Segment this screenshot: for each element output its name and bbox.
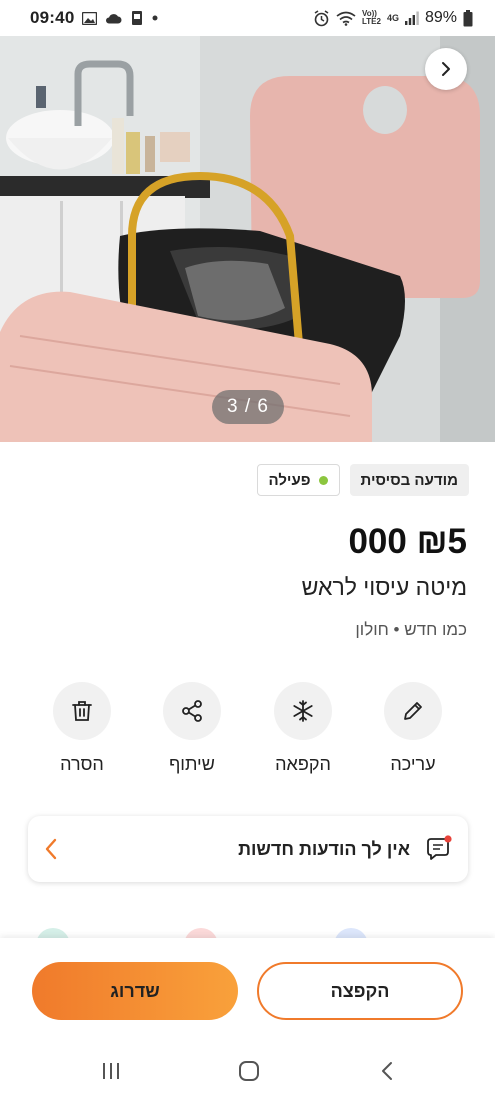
edit-action[interactable]: עריכה bbox=[363, 682, 463, 775]
image-icon bbox=[82, 11, 98, 25]
dot-icon bbox=[152, 15, 158, 21]
share-icon bbox=[182, 700, 202, 722]
trash-icon bbox=[72, 701, 92, 721]
listing-type-badge: מודעה בסיסית bbox=[349, 464, 469, 496]
listing-photo[interactable]: 3 / 6 bbox=[0, 36, 495, 442]
back-button[interactable] bbox=[374, 1058, 400, 1084]
recents-icon bbox=[103, 1063, 119, 1079]
chevron-left-icon bbox=[45, 838, 57, 860]
status-time: 09:40 bbox=[30, 8, 75, 27]
cloud-icon bbox=[105, 13, 122, 24]
share-button[interactable] bbox=[163, 682, 221, 740]
network-type: 4G bbox=[386, 13, 399, 23]
listing-actions: עריכה הקפאה שיתוף הסרה bbox=[0, 682, 495, 782]
volte-indicator: Vo)) LTE2 bbox=[362, 10, 381, 26]
photo-scene bbox=[0, 36, 495, 442]
messages-text: אין לך הודעות חדשות bbox=[238, 838, 410, 859]
delete-action[interactable]: הסרה bbox=[32, 682, 132, 775]
bump-button[interactable]: הקפצה bbox=[257, 962, 463, 1020]
recents-button[interactable] bbox=[98, 1058, 124, 1084]
sim-icon bbox=[130, 10, 144, 26]
status-badge-label: פעילה bbox=[268, 471, 311, 489]
chevron-right-icon bbox=[442, 62, 450, 76]
chat-icon bbox=[427, 835, 452, 860]
status-badge: פעילה bbox=[256, 464, 340, 496]
listing-subtitle: כמו חדש • חולון bbox=[355, 620, 467, 639]
edit-label: עריכה bbox=[390, 754, 436, 774]
alarm-icon bbox=[313, 9, 330, 27]
freeze-button[interactable] bbox=[274, 682, 332, 740]
system-nav-bar bbox=[0, 1042, 495, 1100]
home-button[interactable] bbox=[236, 1058, 262, 1084]
edit-button[interactable] bbox=[384, 682, 442, 740]
status-dot-icon bbox=[318, 475, 328, 485]
listing-title: מיטה עיסוי לראש bbox=[301, 574, 467, 600]
freeze-label: הקפאה bbox=[275, 754, 331, 774]
battery-icon bbox=[463, 9, 473, 27]
status-bar: 09:40 Vo)) LTE2 4G 89% bbox=[0, 0, 495, 36]
battery-percentage: 89% bbox=[424, 9, 457, 26]
photo-counter: 3 / 6 bbox=[212, 390, 284, 424]
delete-label: הסרה bbox=[60, 754, 104, 774]
upgrade-button[interactable]: שדרוג bbox=[32, 962, 238, 1020]
share-action[interactable]: שיתוף bbox=[142, 682, 242, 775]
next-photo-button[interactable] bbox=[425, 48, 467, 90]
share-label: שיתוף bbox=[169, 754, 215, 774]
delete-button[interactable] bbox=[53, 682, 111, 740]
listing-badges: פעילה מודעה בסיסית bbox=[256, 464, 469, 496]
pencil-icon bbox=[404, 702, 422, 720]
wifi-icon bbox=[336, 11, 356, 26]
freeze-action[interactable]: הקפאה bbox=[253, 682, 353, 775]
signal-icon bbox=[404, 11, 419, 25]
lte-text: LTE2 bbox=[361, 17, 381, 26]
home-icon bbox=[239, 1061, 259, 1081]
messages-card[interactable]: אין לך הודעות חדשות bbox=[28, 816, 468, 882]
bottom-action-bar: הקפצה שדרוג bbox=[0, 938, 495, 1042]
back-icon bbox=[382, 1062, 392, 1080]
listing-price: ₪5 000 bbox=[348, 522, 467, 561]
snowflake-icon bbox=[293, 700, 313, 722]
